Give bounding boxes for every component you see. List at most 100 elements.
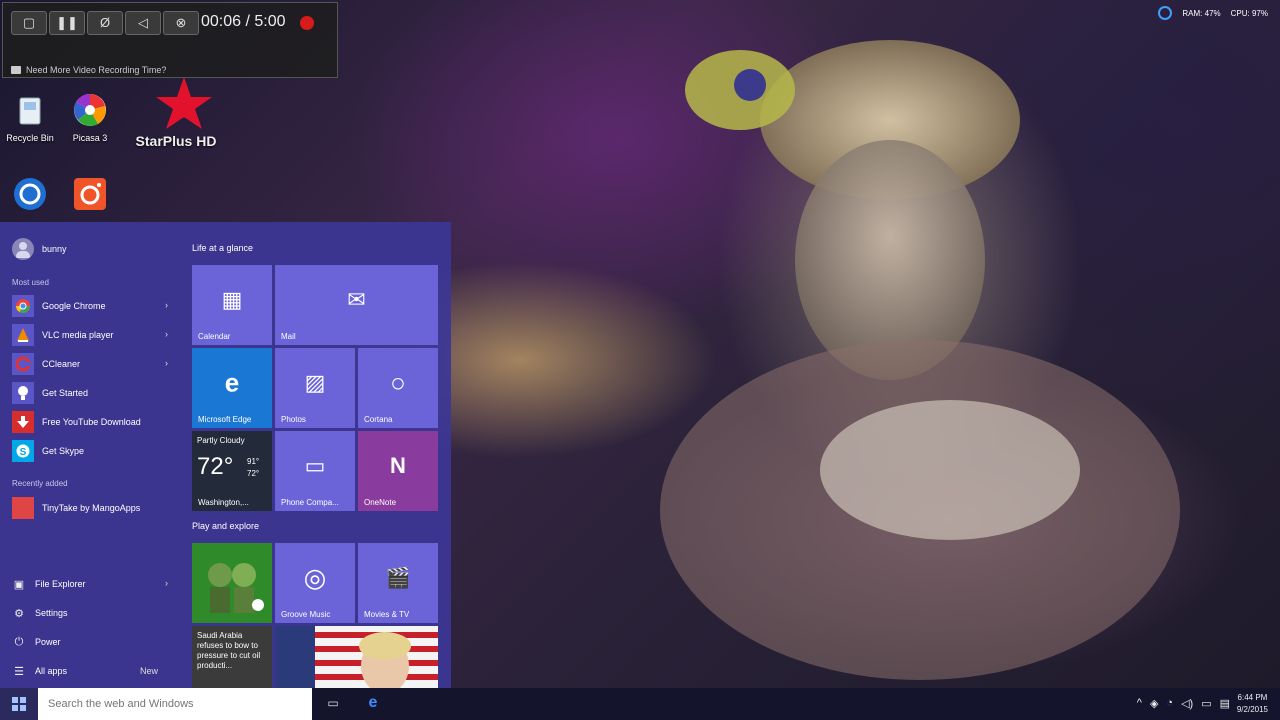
start-button[interactable] <box>0 688 38 720</box>
tile-label: Photos <box>281 415 306 424</box>
desktop-icon-label: Recycle Bin <box>6 133 54 143</box>
app-ccleaner[interactable]: CCleaner › <box>12 352 172 376</box>
record-indicator-icon[interactable] <box>300 16 314 30</box>
clock[interactable]: 6:44 PM 9/2/2015 <box>1237 692 1268 716</box>
tile-weather[interactable]: Partly Cloudy 72° 91° 72° Washington,... <box>192 431 272 511</box>
edge-taskbar-icon[interactable]: e <box>362 694 384 714</box>
keyboard-icon[interactable]: ▭ <box>1201 697 1211 710</box>
screen-recorder-toolbar: ▢ ❚❚ Ø ◁ ⊗ 00:06 / 5:00 Need More Video … <box>2 2 338 78</box>
gear-icon: ⚙ <box>14 607 24 620</box>
tile-groove-music[interactable]: ◎ Groove Music <box>275 543 355 623</box>
tile-label: Movies & TV <box>364 610 410 619</box>
chevron-right-icon[interactable]: › <box>165 578 168 588</box>
lightbulb-icon <box>12 382 34 404</box>
volume-icon[interactable]: ◁) <box>1181 697 1193 710</box>
desktop-icon-app-2[interactable] <box>60 176 120 217</box>
mail-icon: ✉ <box>347 287 366 313</box>
all-apps-item[interactable]: ☰ All apps New <box>12 661 172 681</box>
system-label: All apps <box>35 666 68 676</box>
chrome-icon <box>12 295 34 317</box>
tile-microsoft-edge[interactable]: e Microsoft Edge <box>192 348 272 428</box>
ccleaner-icon <box>12 353 34 375</box>
start-menu-left-pane: bunny Most used Google Chrome › VLC medi… <box>0 222 182 688</box>
meter-icon <box>1158 6 1173 20</box>
chevron-right-icon[interactable]: › <box>165 358 168 368</box>
tinytake-icon <box>12 497 34 519</box>
tile-mail[interactable]: ✉ Mail <box>275 265 438 345</box>
edge-icon: e <box>224 367 240 398</box>
avatar <box>12 238 34 260</box>
tile-news-photo[interactable] <box>275 626 438 688</box>
weather-low: 72° <box>247 469 260 478</box>
start-menu-tiles: Life at a glance ▦ Calendar ✉ Mail e Mic… <box>192 222 442 688</box>
folder-icon: ▣ <box>13 578 25 591</box>
user-name: bunny <box>42 244 67 254</box>
tile-label: Mail <box>281 332 296 341</box>
task-view-icon[interactable]: ▭ <box>322 696 344 712</box>
app-label: VLC media player <box>42 330 114 340</box>
network-app-icon[interactable]: ◈ <box>1150 697 1158 710</box>
desktop-icon-label: StarPlus HD <box>135 133 217 149</box>
tile-label: Cortana <box>364 415 393 424</box>
wifi-icon[interactable]: ◔ <box>1166 697 1173 710</box>
desktop-icon-picasa[interactable]: Picasa 3 <box>60 92 120 143</box>
system-label: File Explorer <box>35 579 86 589</box>
vlc-icon <box>12 324 34 346</box>
tile-label: Microsoft Edge <box>198 415 252 424</box>
recording-timer: 00:06 / 5:00 <box>201 13 286 30</box>
tile-xbox[interactable] <box>192 543 272 623</box>
app-google-chrome[interactable]: Google Chrome › <box>12 294 172 318</box>
tile-news[interactable]: Saudi Arabia refuses to bow to pressure … <box>192 626 272 688</box>
desktop-icon-app-1[interactable] <box>0 176 60 217</box>
chevron-right-icon[interactable]: › <box>165 329 168 339</box>
app-get-skype[interactable]: S Get Skype <box>12 439 172 463</box>
taskbar: ▭ e ^ ◈ ◔ ◁) ▭ ▤ 6:44 PM 9/2/2015 <box>0 688 1280 720</box>
app-label: Free YouTube Download <box>42 417 141 427</box>
ram-usage: RAM: 47% <box>1182 8 1221 18</box>
weather-high: 91° <box>247 457 260 466</box>
groove-music-icon: ◎ <box>303 562 327 593</box>
power-icon: ⏻ <box>14 635 24 648</box>
mic-icon[interactable]: Ø <box>87 11 123 35</box>
flag-photo-icon <box>275 626 438 688</box>
app-free-youtube-download[interactable]: Free YouTube Download <box>12 410 172 434</box>
app-label: Get Skype <box>42 446 85 456</box>
power-item[interactable]: ⏻ Power <box>12 632 172 652</box>
new-badge: New <box>139 666 158 676</box>
phone-companion-icon: ▭ <box>304 453 326 479</box>
app-tinytake[interactable]: TinyTake by MangoApps <box>12 496 172 520</box>
user-account[interactable]: bunny <box>12 238 67 260</box>
file-explorer-item[interactable]: ▣ File Explorer › <box>12 574 172 594</box>
app-get-started[interactable]: Get Started <box>12 381 172 405</box>
app-label: Google Chrome <box>42 301 106 311</box>
tile-phone-companion[interactable]: ▭ Phone Compa... <box>275 431 355 511</box>
photos-icon: ▨ <box>304 370 326 396</box>
start-menu: bunny Most used Google Chrome › VLC medi… <box>0 222 451 688</box>
pause-icon[interactable]: ❚❚ <box>49 11 85 35</box>
chevron-up-icon[interactable]: ^ <box>1137 697 1142 710</box>
system-label: Power <box>35 637 61 647</box>
app-label: CCleaner <box>42 359 81 369</box>
download-icon <box>12 411 34 433</box>
tile-movies-tv[interactable]: 🎬 Movies & TV <box>358 543 438 623</box>
tile-label: OneNote <box>364 498 397 507</box>
camera-icon[interactable]: ▢ <box>11 11 47 35</box>
desktop-icon-starplus[interactable]: StarPlus HD <box>130 75 222 155</box>
wallpaper-figure <box>660 40 1180 680</box>
search-input[interactable] <box>38 688 312 720</box>
action-center-icon[interactable]: ▤ <box>1220 697 1230 710</box>
stop-icon[interactable]: ⊗ <box>163 11 199 35</box>
speaker-icon[interactable]: ◁ <box>125 11 161 35</box>
movies-tv-icon: 🎬 <box>385 567 411 590</box>
app-vlc[interactable]: VLC media player › <box>12 323 172 347</box>
desktop-icon-recycle-bin[interactable]: Recycle Bin <box>0 92 60 143</box>
tile-photos[interactable]: ▨ Photos <box>275 348 355 428</box>
weather-location: Washington,... <box>198 498 249 507</box>
settings-item[interactable]: ⚙ Settings <box>12 603 172 623</box>
tile-onenote[interactable]: N OneNote <box>358 431 438 511</box>
weather-condition: Partly Cloudy <box>197 436 245 445</box>
chevron-right-icon[interactable]: › <box>165 300 168 310</box>
tile-cortana[interactable]: ○ Cortana <box>358 348 438 428</box>
recorder-promo[interactable]: Need More Video Recording Time? <box>11 65 166 75</box>
tile-calendar[interactable]: ▦ Calendar <box>192 265 272 345</box>
